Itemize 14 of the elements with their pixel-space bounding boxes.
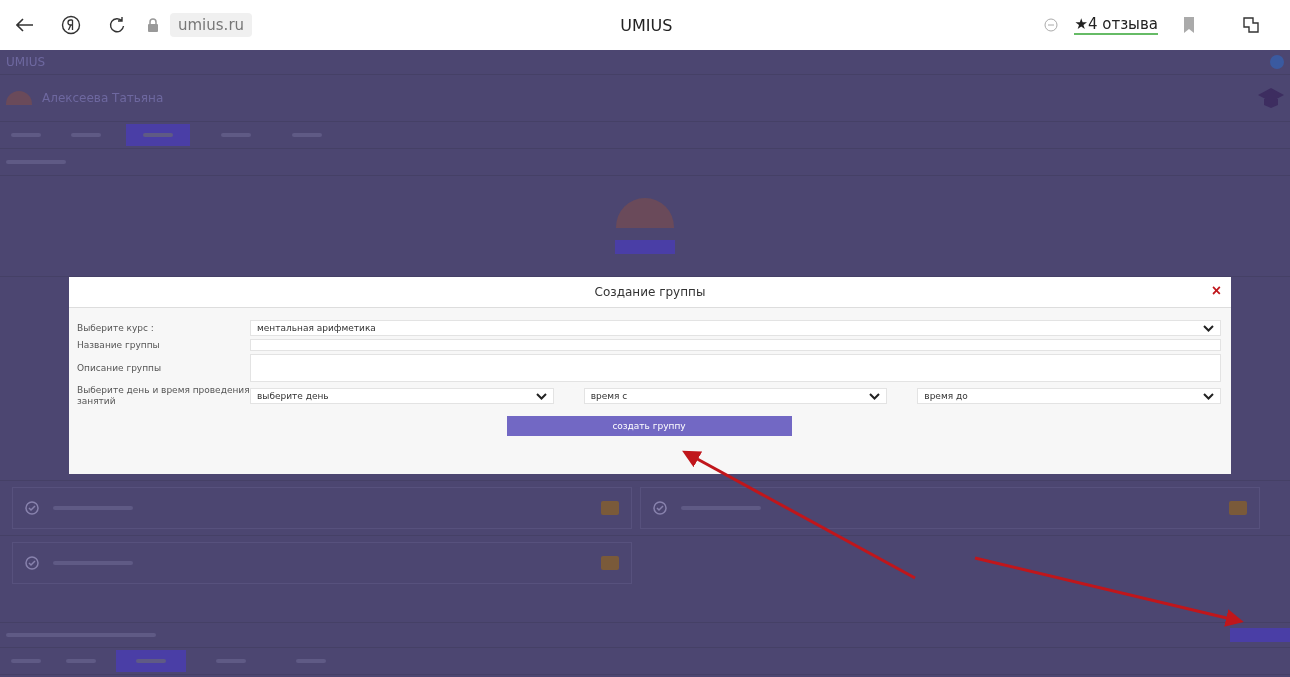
schedule-select[interactable]: время с xyxy=(583,388,888,404)
address-field[interactable]: umius.ru xyxy=(170,13,253,37)
page-title: UMIUS xyxy=(619,15,674,35)
close-button[interactable]: × xyxy=(1211,283,1221,299)
field-label: Выберите курс : xyxy=(77,322,155,334)
field-label: Описание группы xyxy=(77,362,163,374)
field-label: Выберите день и время проведения занятий xyxy=(77,385,250,407)
schedule-select[interactable]: выберите день xyxy=(250,388,554,404)
reviews-link[interactable]: ★4 отзыва xyxy=(1074,15,1158,35)
dialog-title: Создание группы xyxy=(594,285,706,299)
field-label: Название группы xyxy=(77,339,161,351)
course-select[interactable]: ментальная арифметика xyxy=(250,320,1221,336)
create-group-submit-button[interactable]: создать группу xyxy=(506,416,792,436)
schedule-select[interactable]: время до xyxy=(917,388,1221,404)
